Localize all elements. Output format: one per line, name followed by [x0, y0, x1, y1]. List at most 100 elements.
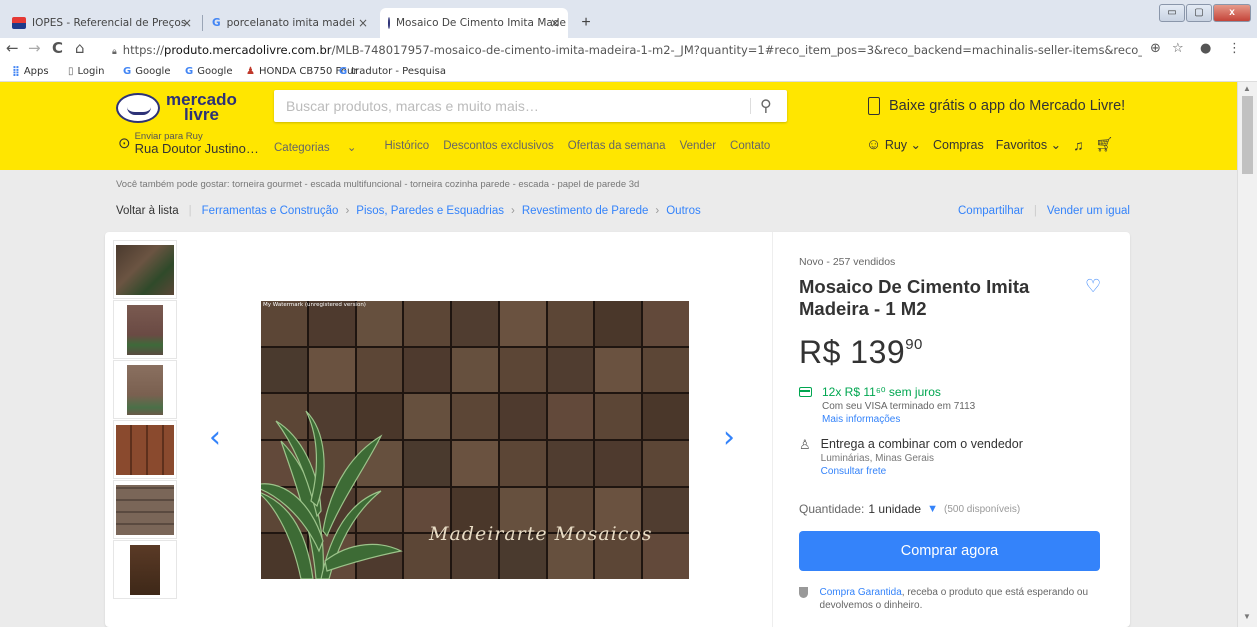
window-close-button[interactable]: x — [1213, 4, 1251, 22]
tab-title: Mosaico De Cimento Imita Made — [396, 17, 566, 29]
next-image-arrow-icon[interactable]: › — [723, 420, 735, 455]
user-menu[interactable]: ☺ Ruy ⌄ — [866, 136, 921, 153]
delivery-location[interactable]: ⊙ Enviar para Ruy Rua Doutor Justino… — [118, 132, 259, 156]
condition-sold-count: Novo - 257 vendidos — [799, 256, 896, 268]
reload-icon[interactable]: C — [52, 39, 63, 57]
google-icon: G — [212, 17, 221, 29]
price-integer: 139 — [850, 334, 906, 370]
cart-icon[interactable]: 🛒︎ — [1096, 136, 1114, 153]
product-card: ‹ My Watermark (unregistered version) Ma… — [105, 232, 1130, 627]
person-icon: ♟ — [246, 66, 255, 77]
tab-close-icon[interactable]: × — [358, 16, 368, 30]
credit-card-icon — [799, 387, 812, 397]
tab-mosaico-active[interactable]: Mosaico De Cimento Imita Made × — [380, 8, 568, 38]
scroll-down-icon[interactable]: ▼ — [1243, 612, 1251, 621]
chevron-down-icon: ⌄ — [1050, 138, 1062, 152]
tab-divider — [202, 15, 203, 31]
mercadolivre-logo[interactable]: mercado livre — [116, 91, 246, 125]
thumbnail[interactable] — [113, 240, 177, 299]
search-divider — [750, 98, 751, 114]
scroll-up-icon[interactable]: ▲ — [1243, 84, 1251, 93]
forward-arrow-icon[interactable]: → — [28, 39, 41, 57]
google-icon: G — [185, 66, 194, 77]
nav-historico[interactable]: Histórico — [384, 140, 429, 154]
google-icon: G — [123, 66, 132, 77]
new-tab-button[interactable]: + — [574, 14, 598, 34]
tab-iopes[interactable]: IOPES - Referencial de Preços × — [4, 8, 200, 38]
thumbnail[interactable] — [113, 300, 177, 359]
breadcrumb-item[interactable]: Outros — [666, 205, 701, 217]
home-icon[interactable]: ⌂ — [75, 39, 85, 57]
logo-word-2: livre — [183, 105, 219, 124]
back-arrow-icon[interactable]: ← — [6, 39, 19, 57]
account-icon[interactable]: ● — [1200, 41, 1211, 56]
nav-categorias[interactable]: Categorias ⌄ — [274, 140, 370, 154]
zoom-icon[interactable]: ⊕ — [1150, 41, 1161, 56]
installments: 12x R$ 11⁶⁰ sem juros Com seu VISA termi… — [799, 385, 1109, 425]
nav-descontos[interactable]: Descontos exclusivos — [443, 140, 554, 154]
sell-same-link[interactable]: Vender um igual — [1047, 205, 1130, 217]
url-scheme: https:// — [122, 43, 165, 57]
quantity-label: Quantidade: — [799, 502, 865, 516]
column-divider — [772, 232, 773, 627]
chevron-right-icon: › — [345, 205, 350, 217]
bookmark-star-icon[interactable]: ☆ — [1172, 41, 1184, 56]
maximize-button[interactable]: ▢ — [1186, 4, 1212, 22]
scrollbar-thumb[interactable] — [1242, 96, 1253, 174]
page-scrollbar[interactable]: ▲ ▼ — [1237, 82, 1257, 627]
bookmark-google-1[interactable]: G Google — [123, 66, 170, 77]
page-icon: ▯ — [68, 66, 74, 77]
consult-shipping-link[interactable]: Consultar frete — [821, 466, 1023, 477]
app-promo-link[interactable]: Baixe grátis o app do Mercado Livre! — [868, 97, 1125, 115]
address-bar[interactable]: 🔒︎ https://produto.mercadolivre.com.br/ML… — [112, 40, 1142, 60]
favoritos-menu[interactable]: Favoritos ⌄ — [996, 137, 1061, 152]
apps-grid-icon: ⣿ — [12, 66, 20, 77]
compras-link[interactable]: Compras — [933, 138, 984, 152]
previous-image-arrow-icon[interactable]: ‹ — [209, 420, 221, 455]
thumbnail[interactable] — [113, 420, 177, 479]
bookmark-label: Google — [135, 66, 171, 77]
guarantee-link[interactable]: Compra Garantida — [820, 587, 902, 598]
thumbnail[interactable] — [113, 360, 177, 419]
tab-google-search[interactable]: G porcelanato imita madeira preço × — [204, 8, 376, 38]
tab-title: porcelanato imita madeira preço — [226, 17, 355, 29]
thumbnail[interactable] — [113, 540, 177, 599]
minimize-button[interactable]: ▭ — [1159, 4, 1185, 22]
search-box: ⚲ — [274, 90, 787, 122]
product-title: Mosaico De Cimento Imita Madeira - 1 M2 — [799, 276, 1030, 319]
bookmark-label: Apps — [23, 66, 49, 77]
bell-icon[interactable]: ♫ — [1073, 137, 1084, 153]
price-currency: R$ — [799, 334, 841, 370]
back-to-list-link[interactable]: Voltar à lista — [116, 205, 179, 217]
breadcrumb-item[interactable]: Ferramentas e Construção — [202, 205, 339, 217]
product-main-image[interactable]: My Watermark (unregistered version) Made… — [261, 301, 689, 579]
bookmark-login[interactable]: ▯ Login — [68, 66, 105, 77]
nav-ofertas[interactable]: Ofertas da semana — [568, 140, 666, 154]
image-signature: Madeirarte Mosaicos — [429, 523, 653, 545]
buy-now-button[interactable]: Comprar agora — [799, 531, 1100, 571]
breadcrumb-item[interactable]: Pisos, Paredes e Esquadrias — [356, 205, 504, 217]
tab-close-icon[interactable]: × — [182, 16, 192, 30]
search-icon[interactable]: ⚲ — [760, 96, 772, 116]
bookmark-label: tradutor - Pesquisa — [351, 66, 447, 77]
share-link[interactable]: Compartilhar — [958, 205, 1024, 217]
bookmark-tradutor[interactable]: Gtradutor - Pesquisa — [339, 66, 446, 77]
handshake-logo-icon — [116, 93, 160, 123]
breadcrumb-item[interactable]: Revestimento de Parede — [522, 205, 649, 217]
favorite-heart-icon[interactable]: ♡ — [1085, 276, 1101, 297]
thumbnail[interactable] — [113, 480, 177, 539]
user-avatar-icon: ☺ — [866, 136, 882, 153]
tab-close-icon[interactable]: × — [550, 16, 560, 30]
more-info-link[interactable]: Mais informações — [822, 414, 975, 425]
nav-contato[interactable]: Contato — [730, 140, 770, 154]
breadcrumb: Voltar à lista | Ferramentas e Construçã… — [116, 205, 701, 217]
quantity-selector[interactable]: Quantidade: 1 unidade ▼ (500 disponíveis… — [799, 502, 1109, 516]
bookmark-apps[interactable]: ⣿ Apps — [12, 66, 49, 77]
menu-icon[interactable]: ⋮ — [1228, 41, 1241, 56]
also-like-suggestions[interactable]: Você também pode gostar: torneira gourme… — [116, 179, 639, 190]
nav-vender[interactable]: Vender — [680, 140, 716, 154]
search-input[interactable] — [286, 90, 736, 122]
bookmarks-bar: ⣿ Apps ▯ Login G Google G Google ♟ HONDA CB75… — [0, 62, 1257, 82]
mercadolivre-favicon-icon — [388, 17, 390, 29]
bookmark-google-2[interactable]: G Google — [185, 66, 232, 77]
